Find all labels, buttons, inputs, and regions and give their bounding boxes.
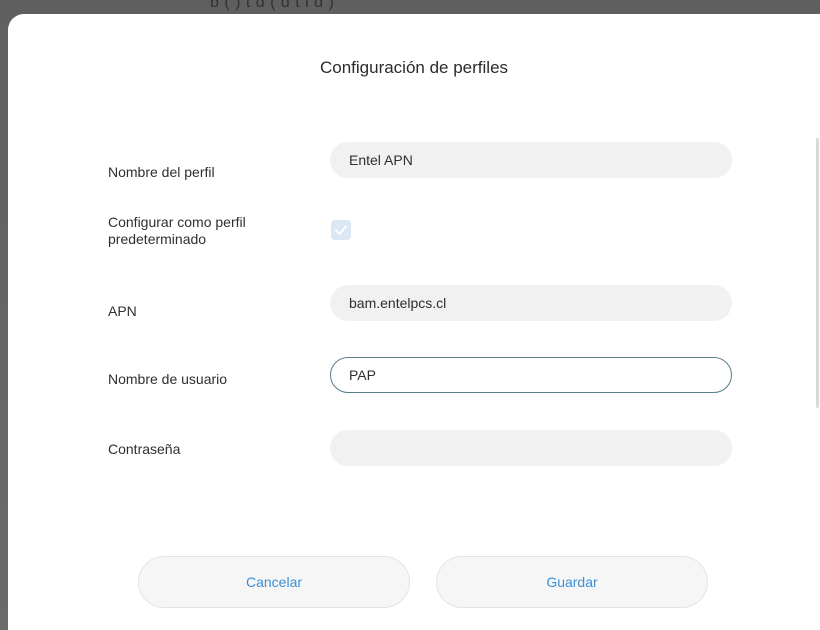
- default-profile-label-line2: predeterminado: [108, 231, 207, 247]
- password-label: Contraseña: [108, 441, 181, 457]
- background-partial-text: b ( ) t d ( d t i d ): [210, 0, 335, 11]
- dialog-title: Configuración de perfiles: [319, 58, 509, 77]
- default-profile-checkbox[interactable]: [331, 220, 351, 240]
- cancel-button[interactable]: Cancelar: [138, 556, 410, 608]
- default-profile-label-line1: Configurar como perfil: [108, 214, 246, 230]
- password-input[interactable]: [330, 430, 732, 466]
- profile-settings-dialog: Configuración de perfiles Nombre del per…: [8, 14, 820, 630]
- apn-input[interactable]: [330, 285, 732, 321]
- profile-name-label: Nombre del perfil: [108, 164, 215, 180]
- apn-label: APN: [108, 303, 137, 319]
- profile-name-input[interactable]: [330, 142, 732, 178]
- save-button[interactable]: Guardar: [436, 556, 708, 608]
- dialog-scrollbar[interactable]: [816, 138, 819, 408]
- checkmark-icon: [335, 225, 347, 235]
- username-label: Nombre de usuario: [108, 371, 228, 387]
- username-input[interactable]: [330, 357, 732, 393]
- default-profile-label: Configurar como perfil predeterminado: [108, 214, 246, 248]
